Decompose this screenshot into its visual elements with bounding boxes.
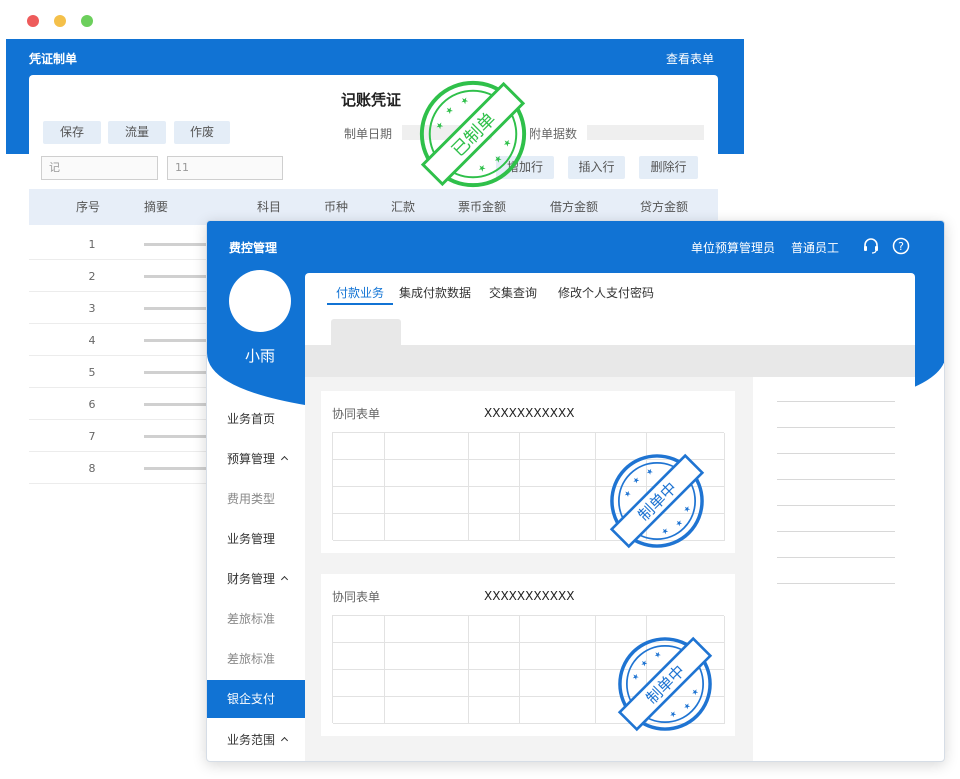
svg-text:★: ★	[652, 649, 663, 660]
svg-text:?: ?	[898, 240, 904, 253]
sidebar-item-travel-standard[interactable]: 差旅标准	[207, 600, 305, 638]
svg-text:★: ★	[459, 95, 472, 108]
voucher-title: 记账凭证	[341, 91, 402, 109]
main-content: 付款业务 集成付款数据 交集查询 修改个人支付密码 协同表单 XXXXXXXXX…	[305, 273, 915, 761]
sidebar-item-home[interactable]: 业务首页	[207, 400, 305, 438]
help-icon[interactable]: ?	[892, 237, 910, 255]
chevron-up-icon	[280, 575, 289, 584]
active-tab-indicator	[327, 303, 393, 305]
svg-text:★: ★	[630, 671, 641, 682]
svg-text:★: ★	[673, 517, 684, 528]
svg-text:★: ★	[444, 105, 457, 118]
right-panel	[753, 377, 915, 761]
user-type-label[interactable]: 普通员工	[791, 239, 839, 256]
avatar-icon[interactable]	[229, 270, 291, 332]
minimize-dot[interactable]	[54, 15, 66, 27]
view-form-link[interactable]: 查看表单	[666, 50, 714, 67]
attachments-field[interactable]	[587, 125, 704, 140]
svg-text:★: ★	[476, 162, 489, 175]
void-button[interactable]: 作废	[174, 121, 230, 144]
form-label: 协同表单	[332, 590, 381, 604]
attachments-label: 附单据数	[529, 127, 578, 141]
voucher-type-input[interactable]: 记	[41, 156, 158, 180]
svg-text:★: ★	[434, 120, 447, 133]
column-header: 摘要	[143, 200, 169, 214]
row-number: 3	[88, 302, 96, 315]
sub-tab[interactable]	[331, 319, 401, 345]
svg-text:★: ★	[667, 708, 678, 719]
row-number: 7	[88, 430, 96, 443]
tab-payment[interactable]: 付款业务	[336, 284, 384, 301]
voucher-header-title: 凭证制单	[29, 52, 78, 66]
tab-integrated-payment[interactable]: 集成付款数据	[399, 284, 471, 301]
svg-text:★: ★	[689, 686, 700, 697]
expense-header-title: 费控管理	[229, 241, 278, 255]
svg-text:★: ★	[681, 503, 692, 514]
maximize-dot[interactable]	[81, 15, 93, 27]
insert-row-button[interactable]: 插入行	[568, 156, 625, 179]
chevron-up-icon	[280, 455, 289, 464]
tab-change-password[interactable]: 修改个人支付密码	[558, 284, 654, 301]
sidebar-item-travel-standard[interactable]: 差旅标准	[207, 640, 305, 678]
form-value: XXXXXXXXXXX	[484, 406, 575, 420]
approved-stamp-icon: 已制单 ★★★ ★★★	[419, 80, 527, 188]
user-name: 小雨	[244, 347, 275, 365]
form-value: XXXXXXXXXXX	[484, 589, 575, 603]
sidebar-item-business[interactable]: 业务管理	[207, 520, 305, 558]
svg-text:★: ★	[659, 525, 670, 536]
sidebar-item-bank-payment[interactable]: 银企支付	[207, 680, 305, 718]
delete-row-button[interactable]: 删除行	[639, 156, 698, 179]
save-button[interactable]: 保存	[43, 121, 101, 144]
sidebar-group-finance[interactable]: 财务管理	[207, 560, 305, 598]
sidebar-item-label: 财务管理	[227, 572, 276, 586]
column-header: 序号	[75, 200, 101, 214]
sidebar-group-scope[interactable]: 业务范围	[207, 721, 305, 759]
expense-window: 费控管理 单位预算管理员 普通员工 ? 小雨 业务首页 预算管理 费用类型 业务…	[206, 220, 945, 762]
in-progress-stamp-icon: 制单中 ★★★ ★★★	[617, 636, 713, 732]
row-number: 5	[88, 366, 96, 379]
sidebar-item-expense-types[interactable]: 费用类型	[207, 480, 305, 518]
row-number: 1	[88, 238, 96, 251]
sidebar-item-label: 业务范围	[227, 733, 276, 747]
toolbar-band	[305, 345, 915, 377]
row-number: 4	[88, 334, 96, 347]
collab-form-card[interactable]: 协同表单 XXXXXXXXXXX 制单中 ★ ★ ★ ★ ★ ★	[321, 574, 735, 736]
headset-icon[interactable]	[862, 237, 880, 255]
svg-text:★: ★	[644, 466, 655, 477]
sidebar-item-label: 业务管理	[227, 532, 276, 546]
form-label: 协同表单	[332, 407, 381, 421]
voucher-number-input[interactable]: 11	[167, 156, 283, 180]
flow-button[interactable]: 流量	[108, 121, 166, 144]
row-number: 8	[88, 462, 96, 475]
svg-text:★: ★	[639, 658, 650, 669]
in-progress-stamp-icon: 制单中 ★★★ ★★★	[609, 453, 705, 549]
row-number: 2	[88, 270, 96, 283]
svg-text:★: ★	[622, 488, 633, 499]
sidebar-item-label: 费用类型	[227, 492, 276, 506]
svg-text:★: ★	[681, 700, 692, 711]
row-number: 6	[88, 398, 96, 411]
sidebar-item-label: 差旅标准	[227, 612, 276, 626]
close-dot[interactable]	[27, 15, 39, 27]
sidebar-item-label: 差旅标准	[227, 652, 276, 666]
tab-cross-query[interactable]: 交集查询	[489, 284, 537, 301]
date-label: 制单日期	[344, 127, 393, 141]
sidebar-item-label: 预算管理	[227, 452, 276, 466]
sidebar-item-label: 业务首页	[227, 412, 276, 426]
chevron-up-icon	[280, 736, 289, 745]
window-controls	[27, 15, 93, 27]
svg-text:★: ★	[501, 137, 514, 150]
collab-form-card[interactable]: 协同表单 XXXXXXXXXXX 制单中 ★ ★ ★ ★ ★ ★	[321, 391, 735, 553]
sidebar-group-budget[interactable]: 预算管理	[207, 440, 305, 478]
sidebar-item-label: 银企支付	[227, 692, 276, 706]
role-label[interactable]: 单位预算管理员	[691, 239, 775, 256]
svg-text:★: ★	[631, 475, 642, 486]
